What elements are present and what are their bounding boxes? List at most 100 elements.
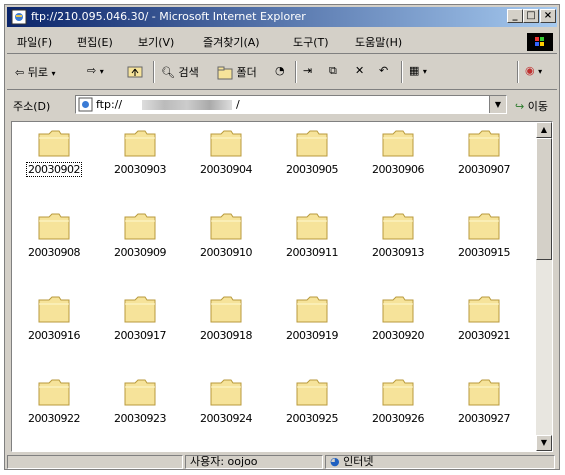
menu-view[interactable]: 보기(V) xyxy=(138,34,174,50)
vertical-scrollbar[interactable]: ▲ ▼ xyxy=(536,122,552,451)
status-bar: 사용자: oojoo ◕ 인터넷 xyxy=(7,455,557,469)
ftp-options-icon: ◉ xyxy=(525,64,535,77)
folder-label: 20030924 xyxy=(200,412,253,425)
folder-item[interactable]: 20030921 xyxy=(444,294,524,364)
status-user-text: 사용자: oojoo xyxy=(190,455,258,468)
address-value: ftp:// xyxy=(96,98,123,111)
back-button[interactable]: ⇦ 뒤로 ▾ xyxy=(15,64,55,80)
folders-label: 폴더 xyxy=(236,66,257,79)
folder-item[interactable]: 20030918 xyxy=(186,294,266,364)
search-icon: 🔍︎ xyxy=(161,66,175,79)
maximize-button[interactable]: □ xyxy=(523,9,539,23)
go-arrow-icon: ↪ xyxy=(515,100,525,113)
address-input[interactable]: ftp:// / ▼ xyxy=(75,95,507,114)
toolbar-separator xyxy=(517,61,519,83)
close-button[interactable]: × xyxy=(540,9,556,23)
menu-file[interactable]: 파일(F) xyxy=(17,34,52,50)
folder-label: 20030925 xyxy=(286,412,339,425)
menu-help[interactable]: 도움말(H) xyxy=(355,34,402,50)
folder-item[interactable]: 20030906 xyxy=(358,128,438,198)
folder-item[interactable]: 20030927 xyxy=(444,377,524,447)
scroll-down-button[interactable]: ▼ xyxy=(536,435,552,451)
copy-to-button[interactable]: ⧉ xyxy=(329,64,337,78)
folder-icon xyxy=(382,379,414,406)
folder-label: 20030920 xyxy=(372,329,425,342)
folder-item[interactable]: 20030920 xyxy=(358,294,438,364)
folder-item[interactable]: 20030923 xyxy=(100,377,180,447)
menu-tools[interactable]: 도구(T) xyxy=(293,34,329,50)
folder-icon xyxy=(210,213,242,240)
folders-button[interactable]: 폴더 xyxy=(217,64,257,80)
chevron-down-icon: ▾ xyxy=(99,67,104,76)
address-trailing: / xyxy=(236,98,240,111)
folder-icon xyxy=(38,296,70,323)
scroll-up-button[interactable]: ▲ xyxy=(536,122,552,138)
ftp-options-button[interactable]: ◉ ▾ xyxy=(525,64,542,77)
folder-icon xyxy=(38,213,70,240)
folder-icon xyxy=(468,130,500,157)
folder-label: 20030922 xyxy=(28,412,81,425)
chevron-down-icon: ▾ xyxy=(51,69,56,78)
folder-label: 20030905 xyxy=(286,163,339,176)
folder-item[interactable]: 20030915 xyxy=(444,211,524,281)
folder-label: 20030903 xyxy=(114,163,167,176)
back-arrow-icon: ⇦ xyxy=(15,66,25,79)
folder-item[interactable]: 20030907 xyxy=(444,128,524,198)
search-button[interactable]: 🔍︎ 검색 xyxy=(161,64,199,80)
folder-item[interactable]: 20030904 xyxy=(186,128,266,198)
views-button[interactable]: ▦ ▾ xyxy=(409,64,427,77)
address-dropdown-button[interactable]: ▼ xyxy=(489,96,506,113)
status-zone-text: 인터넷 xyxy=(343,455,374,468)
status-user: 사용자: oojoo xyxy=(185,455,323,469)
title-bar[interactable]: ftp://210.095.046.30/ - Microsoft Intern… xyxy=(7,7,557,27)
folder-item[interactable]: 20030908 xyxy=(14,211,94,281)
folder-item[interactable]: 20030903 xyxy=(100,128,180,198)
folder-item[interactable]: 20030922 xyxy=(14,377,94,447)
folder-label: 20030910 xyxy=(200,246,253,259)
folder-label: 20030917 xyxy=(114,329,167,342)
folder-icon xyxy=(124,379,156,406)
go-label: 이동 xyxy=(527,100,548,113)
delete-button[interactable]: ✕ xyxy=(355,64,364,77)
move-to-button[interactable]: ⇥ xyxy=(303,64,312,77)
folder-item[interactable]: 20030917 xyxy=(100,294,180,364)
folder-item[interactable]: 20030925 xyxy=(272,377,352,447)
delete-icon: ✕ xyxy=(355,64,365,77)
folder-label: 20030913 xyxy=(372,246,425,259)
folder-label: 20030911 xyxy=(286,246,339,259)
folder-item[interactable]: 20030924 xyxy=(186,377,266,447)
folder-item[interactable]: 20030905 xyxy=(272,128,352,198)
folder-label: 20030904 xyxy=(200,163,253,176)
internet-zone-icon: ◕ xyxy=(330,455,340,468)
folder-item[interactable]: 20030919 xyxy=(272,294,352,364)
minimize-button[interactable]: _ xyxy=(507,9,523,23)
folder-label: 20030908 xyxy=(28,246,81,259)
back-label: 뒤로 xyxy=(27,66,48,79)
undo-button[interactable]: ↶ xyxy=(379,64,388,77)
folder-icon xyxy=(210,296,242,323)
folder-item[interactable]: 20030909 xyxy=(100,211,180,281)
folder-item[interactable]: 20030910 xyxy=(186,211,266,281)
folder-item[interactable]: 20030911 xyxy=(272,211,352,281)
folder-icon xyxy=(210,130,242,157)
forward-button[interactable]: ⇨ ▾ xyxy=(87,64,104,77)
folder-item[interactable]: 20030916 xyxy=(14,294,94,364)
folder-icon xyxy=(124,213,156,240)
folder-label: 20030902 xyxy=(26,162,82,177)
folder-icon xyxy=(468,296,500,323)
folder-item[interactable]: 20030902 xyxy=(14,128,94,198)
folder-icon xyxy=(468,379,500,406)
toolbar-separator xyxy=(295,61,297,83)
menu-favorites[interactable]: 즐겨찾기(A) xyxy=(203,34,260,50)
up-folder-button[interactable] xyxy=(127,64,143,78)
folders-icon xyxy=(217,66,233,80)
folder-item[interactable]: 20030913 xyxy=(358,211,438,281)
menu-edit[interactable]: 편집(E) xyxy=(77,34,113,50)
status-zone: ◕ 인터넷 xyxy=(325,455,555,469)
go-button[interactable]: ↪ 이동 xyxy=(515,98,548,114)
folder-item[interactable]: 20030926 xyxy=(358,377,438,447)
folder-icon xyxy=(38,379,70,406)
scroll-thumb[interactable] xyxy=(536,138,552,260)
history-button[interactable]: ◔ xyxy=(275,64,285,77)
chevron-down-icon: ▾ xyxy=(538,67,543,76)
